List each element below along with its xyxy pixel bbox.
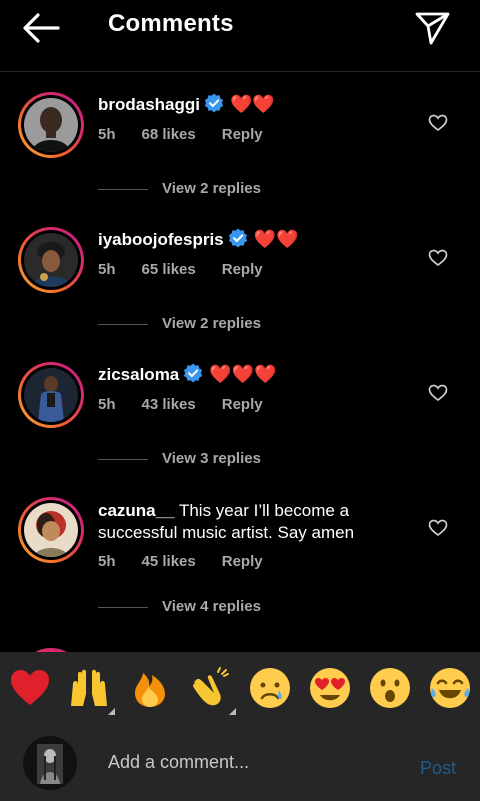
comment-likes[interactable]: 65 likes [142,261,196,278]
reply-button[interactable]: Reply [222,553,263,570]
avatar[interactable] [18,227,84,293]
comment-time: 5h [98,553,116,570]
comment-text: cazuna__ This year I’ll become a success… [98,500,398,544]
verified-badge-icon [228,228,248,254]
comment-meta: 5h 45 likes Reply [98,553,289,570]
skin-tone-indicator [229,708,236,715]
reply-button[interactable]: Reply [222,126,263,143]
surprised-face-icon[interactable] [368,666,412,710]
like-button[interactable] [428,518,448,538]
avatar[interactable] [18,497,84,563]
avatar-image [24,503,78,557]
tears-of-joy-face-icon[interactable] [428,666,472,710]
avatar-image [24,233,78,287]
avatar[interactable] [18,92,84,158]
skin-tone-indicator [108,708,115,715]
comment-body: ❤️❤️❤️ [209,364,277,384]
comment-body: ❤️❤️ [253,229,299,249]
comment-username[interactable]: zicsaloma [98,365,179,384]
like-button[interactable] [428,248,448,268]
comment-likes[interactable]: 43 likes [142,396,196,413]
comment-meta: 5h 65 likes Reply [98,261,289,278]
view-replies-button[interactable]: View 2 replies [98,315,261,335]
comments-header: Comments [0,0,480,72]
comment-time: 5h [98,126,116,143]
paper-plane-icon [415,12,450,45]
raising-hands-icon[interactable] [67,666,111,710]
divider [98,188,148,190]
view-replies-label: View 2 replies [162,315,261,332]
crying-face-icon[interactable] [248,666,292,710]
comment-username[interactable]: brodashaggi [98,95,200,114]
heart-outline-icon [428,384,448,402]
divider [98,606,148,608]
reply-button[interactable]: Reply [222,396,263,413]
clapping-hands-icon[interactable] [188,666,232,710]
comment-text: iyaboojofespris ❤️❤️ [98,228,398,254]
comment-likes[interactable]: 45 likes [142,553,196,570]
arrow-left-icon [23,13,60,43]
divider [98,323,148,325]
avatar-image [24,368,78,422]
comment-meta: 5h 68 likes Reply [98,126,289,143]
comment-likes[interactable]: 68 likes [142,126,196,143]
red-heart-icon[interactable] [8,666,52,710]
share-button[interactable] [412,6,452,46]
view-replies-label: View 2 replies [162,180,261,197]
heart-eyes-face-icon[interactable] [308,666,352,710]
comment-username[interactable]: cazuna__ [98,501,175,520]
comment-username[interactable]: iyaboojofespris [98,230,224,249]
verified-badge-icon [183,363,203,389]
avatar[interactable] [18,362,84,428]
view-replies-button[interactable]: View 2 replies [98,180,261,200]
comment-time: 5h [98,261,116,278]
comment-composer: Add a comment... Post [0,724,480,801]
back-button[interactable] [20,10,64,46]
fire-icon[interactable] [128,666,172,710]
post-button[interactable]: Post [420,758,456,779]
view-replies-label: View 4 replies [162,598,261,615]
comment-text: brodashaggi ❤️❤️ [98,93,398,119]
view-replies-label: View 3 replies [162,450,261,467]
comment-text: zicsaloma ❤️❤️❤️ [98,363,398,389]
page-title: Comments [108,10,234,37]
heart-outline-icon [428,114,448,132]
heart-outline-icon [428,249,448,267]
comment-body: ❤️❤️ [230,94,275,114]
my-avatar [23,736,77,790]
avatar-image [23,736,77,790]
heart-outline-icon [428,519,448,537]
verified-badge-icon [204,93,224,119]
view-replies-button[interactable]: View 3 replies [98,450,261,470]
divider [98,458,148,460]
view-replies-button[interactable]: View 4 replies [98,598,261,618]
comment-meta: 5h 43 likes Reply [98,396,289,413]
comment-time: 5h [98,396,116,413]
reply-button[interactable]: Reply [222,261,263,278]
emoji-bar [0,652,480,724]
comment-input[interactable]: Add a comment... [108,752,249,773]
like-button[interactable] [428,113,448,133]
avatar-image [24,98,78,152]
like-button[interactable] [428,383,448,403]
